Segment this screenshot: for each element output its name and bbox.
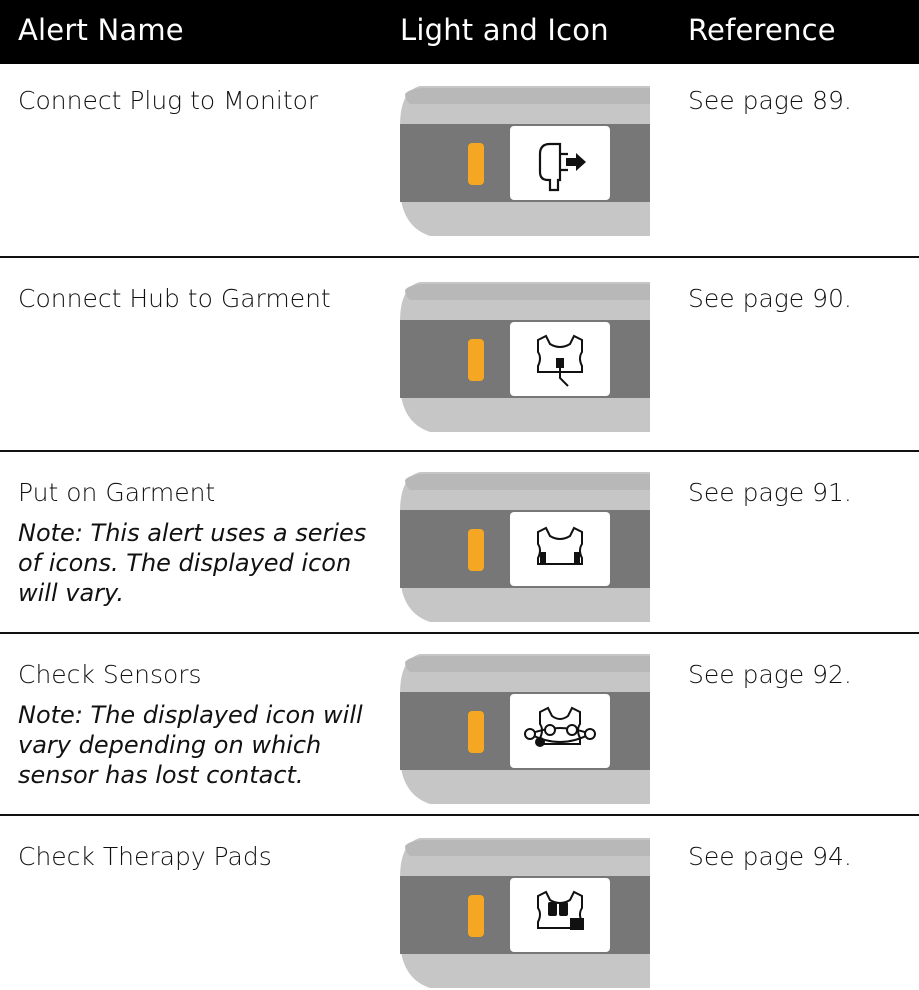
reference-text: See page 94. [688, 842, 852, 871]
alert-name: Connect Plug to Monitor [18, 86, 319, 115]
reference-text: See page 91. [688, 478, 852, 507]
reference-text: See page 89. [688, 86, 852, 115]
device-illustration [400, 86, 650, 236]
table-row: Connect Hub to Garment See page 90. [0, 258, 919, 450]
alert-name: Check Sensors [18, 660, 202, 689]
header-alert-name: Alert Name [18, 13, 184, 47]
table-row: Check Therapy Pads See page 94. [0, 816, 919, 990]
alert-note: Note: The displayed icon will vary depen… [18, 701, 363, 789]
device-illustration [400, 472, 650, 622]
alert-note: Note: This alert uses a series of icons.… [18, 519, 367, 607]
alert-name: Check Therapy Pads [18, 842, 272, 871]
status-light [468, 339, 484, 381]
status-light [468, 711, 484, 753]
device-illustration [400, 654, 650, 804]
table-row: Put on Garment Note: This alert uses a s… [0, 452, 919, 632]
status-light [468, 529, 484, 571]
status-light [468, 895, 484, 937]
header-reference: Reference [688, 13, 836, 47]
reference-text: See page 90. [688, 284, 852, 313]
header-light-and-icon: Light and Icon [400, 13, 609, 47]
device-illustration [400, 282, 650, 432]
alert-name: Connect Hub to Garment [18, 284, 331, 313]
reference-text: See page 92. [688, 660, 852, 689]
alert-name: Put on Garment [18, 478, 216, 507]
device-illustration [400, 838, 650, 988]
table-row: Check Sensors Note: The displayed icon w… [0, 634, 919, 814]
table-row: Connect Plug to Monitor See page 89. [0, 64, 919, 256]
table-header: Alert Name Light and Icon Reference [0, 0, 919, 64]
status-light [468, 143, 484, 185]
